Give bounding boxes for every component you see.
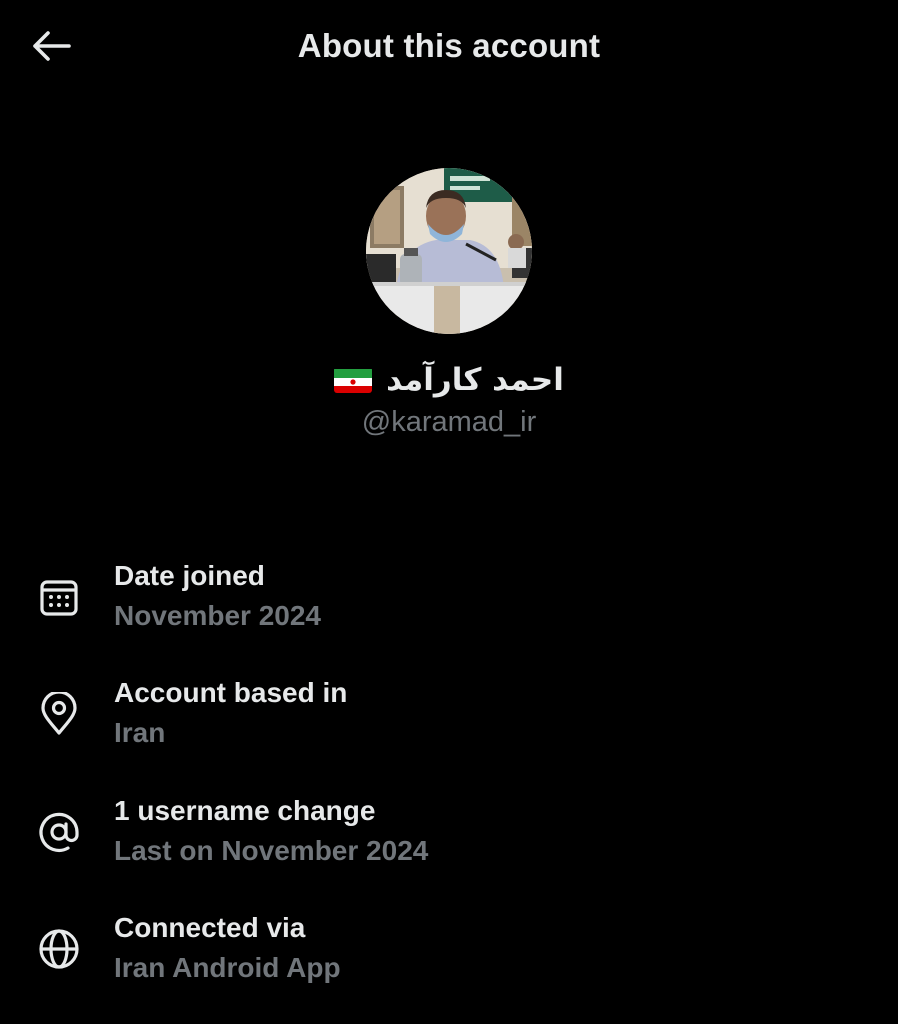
connected-via-value: Iran Android App [114, 952, 341, 983]
account-based-in-row: Account based in Iran [0, 677, 898, 757]
display-name-text: احمد کارآمد [386, 362, 564, 398]
calendar-icon [36, 574, 82, 620]
date-joined-row: Date joined November 2024 [0, 560, 898, 640]
connected-via-label: Connected via [114, 912, 306, 943]
account-based-in-value: Iran [114, 717, 166, 748]
display-name: احمد کارآمد [0, 362, 898, 398]
location-pin-icon [36, 691, 82, 737]
username-change-value: Last on November 2024 [114, 835, 429, 866]
iran-flag-icon [334, 367, 373, 393]
date-joined-label: Date joined [114, 560, 265, 591]
about-account-screen: About this account احمد کارآمد @karamad_… [0, 0, 898, 1024]
avatar-photo [366, 168, 532, 334]
at-sign-icon [36, 809, 82, 855]
username-change-row: 1 username change Last on November 2024 [0, 795, 898, 875]
date-joined-value: November 2024 [114, 600, 322, 631]
page-title: About this account [297, 27, 601, 64]
avatar[interactable] [366, 168, 532, 334]
globe-icon [36, 926, 82, 972]
username-handle: @karamad_ir [361, 406, 537, 438]
account-based-in-label: Account based in [114, 677, 348, 708]
username-change-label: 1 username change [114, 795, 376, 826]
connected-via-row: Connected via Iran Android App [0, 912, 898, 992]
